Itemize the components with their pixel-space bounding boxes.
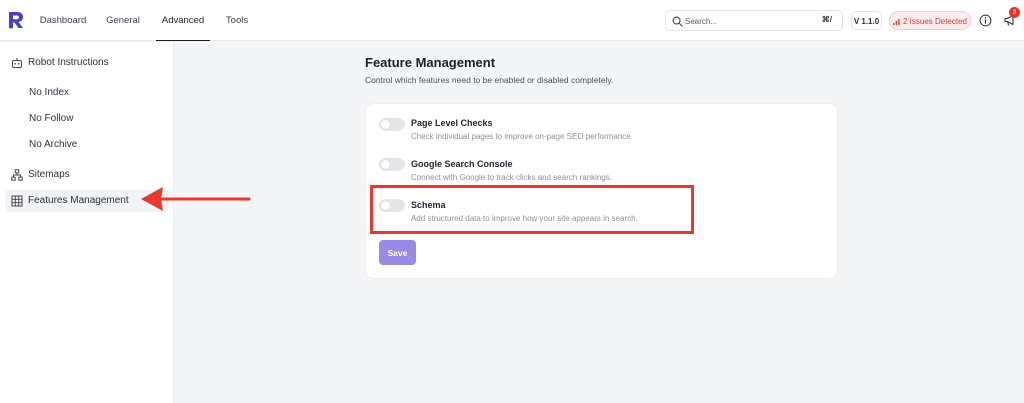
- toggle-knob: [381, 120, 390, 129]
- page-subtitle: Control which features need to be enable…: [365, 75, 614, 85]
- save-button[interactable]: Save: [379, 240, 416, 265]
- search-shortcut: ⌘/: [821, 15, 832, 24]
- feature-description: Check individual pages to improve on-pag…: [411, 132, 633, 141]
- search-icon: [672, 16, 683, 27]
- version-badge: V 1.1.0: [851, 11, 882, 30]
- sidebar-item-sitemaps[interactable]: Sitemaps: [5, 164, 169, 186]
- tab-advanced[interactable]: Advanced: [156, 0, 210, 41]
- sidebar-subitem-no-archive[interactable]: No Archive: [29, 139, 77, 150]
- notification-count-badge: 3: [1009, 7, 1020, 18]
- page-title: Feature Management: [365, 55, 496, 70]
- grid-icon: [11, 195, 23, 207]
- schema-highlight-box: [370, 185, 694, 234]
- sidebar-subitem-no-index[interactable]: No Index: [29, 87, 69, 98]
- robot-icon: [12, 58, 22, 68]
- feature-title: Google Search Console: [411, 159, 513, 169]
- issues-badge[interactable]: 2 Issues Detected: [889, 11, 971, 30]
- feature-description: Connect with Google to track clicks and …: [411, 173, 612, 182]
- top-bar: Dashboard General Advanced Tools ⌘/ V 1.…: [0, 0, 1024, 41]
- search-box[interactable]: ⌘/: [665, 10, 843, 31]
- sidebar-item-label: Robot Instructions: [28, 57, 109, 68]
- info-icon[interactable]: [979, 14, 992, 27]
- sidebar-item-label: Sitemaps: [28, 169, 70, 180]
- logo-icon[interactable]: [8, 11, 24, 29]
- pointer-arrow-icon: [141, 187, 251, 211]
- toggle-knob: [381, 160, 390, 169]
- tab-general[interactable]: General: [101, 0, 145, 41]
- sidebar-item-robot-instructions[interactable]: Robot Instructions: [5, 52, 169, 74]
- issues-label: 2 Issues Detected: [902, 17, 968, 26]
- toggle-page-level-checks[interactable]: [379, 118, 405, 131]
- feature-title: Page Level Checks: [411, 118, 493, 128]
- tab-dashboard[interactable]: Dashboard: [36, 0, 90, 41]
- sidebar-subitem-no-follow[interactable]: No Follow: [29, 113, 73, 124]
- toggle-google-search-console[interactable]: [379, 158, 405, 171]
- search-input[interactable]: [685, 14, 805, 28]
- sidebar: [0, 42, 174, 403]
- sidebar-item-label: Features Management: [28, 195, 129, 206]
- signal-bars-icon: [892, 19, 900, 26]
- sitemap-icon: [11, 169, 23, 181]
- tab-tools[interactable]: Tools: [220, 0, 254, 41]
